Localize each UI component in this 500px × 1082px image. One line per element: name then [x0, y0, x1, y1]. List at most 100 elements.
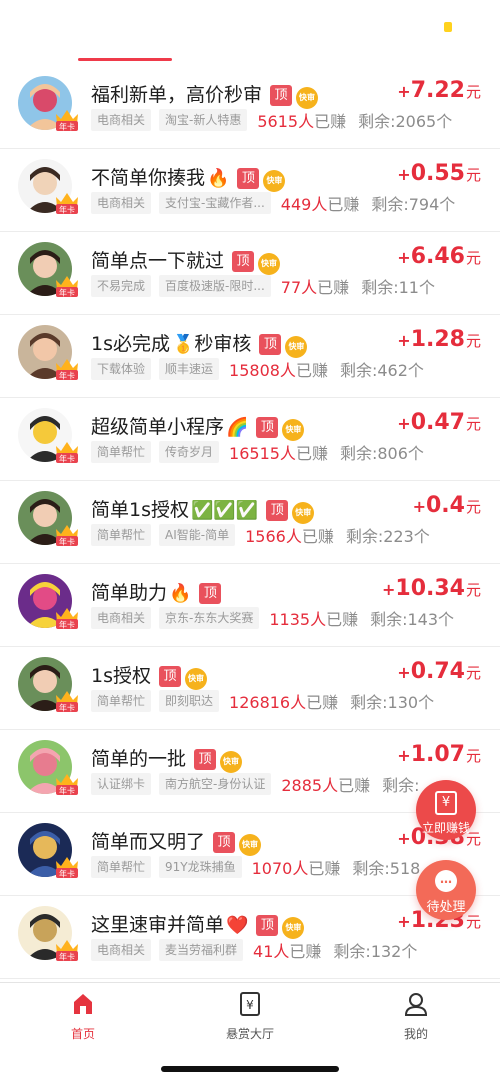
category-chip: 下载体验 [91, 358, 152, 380]
remaining-count: 剩余:462个 [339, 361, 424, 380]
chat-bubble-icon: … [435, 870, 457, 892]
remaining-count: 剩余:143个 [370, 610, 455, 629]
task-title: 福利新单，高价秒审顶快审 [91, 80, 319, 109]
annual-card-crown-icon: 年卡 [56, 774, 78, 796]
pending-button[interactable]: … 待处理 [416, 860, 476, 920]
active-tab-indicator [78, 58, 172, 61]
svg-text:年卡: 年卡 [59, 454, 75, 464]
earned-label: 已赚 [327, 195, 360, 214]
task-meta: 简单帮忙 即刻职达 126816人 已赚 剩余:130个 [91, 689, 434, 713]
title-emoji: 🌈 [226, 417, 249, 438]
category-chip: 简单帮忙 [91, 690, 152, 712]
source-chip: 淘宝-新人特惠 [159, 109, 248, 131]
task-title: 1s必完成 🥇秒审核顶快审 [91, 329, 308, 358]
task-title: 超级简单小程序 🌈 顶快审 [91, 412, 305, 441]
task-meta: 电商相关 支付宝-宝藏作者... 449人 已赚 剩余:794个 [91, 191, 455, 215]
source-chip: 91Y龙珠捕鱼 [159, 856, 242, 878]
annual-card-crown-icon: 年卡 [56, 940, 78, 962]
annual-card-crown-icon: 年卡 [56, 359, 78, 381]
top-badge: 顶 [194, 749, 217, 770]
remaining-count: 剩余:132个 [333, 942, 418, 961]
title-emoji: 🥇 [172, 334, 195, 355]
tab-home[interactable]: 首页 [33, 991, 133, 1042]
category-chip: 电商相关 [91, 109, 152, 131]
fast-review-badge: 快审 [185, 668, 207, 690]
tab-bounty-hall[interactable]: ¥ 悬赏大厅 [200, 991, 300, 1042]
source-chip: 传奇岁月 [159, 441, 220, 463]
category-chip: 简单帮忙 [91, 856, 152, 878]
earned-count: 41人 [253, 942, 290, 961]
task-title: 简单的一批顶快审 [91, 744, 243, 773]
annual-card-crown-icon: 年卡 [56, 857, 78, 879]
earned-count: 1070人 [251, 859, 309, 878]
svg-text:年卡: 年卡 [59, 371, 75, 381]
task-meta: 电商相关 麦当劳福利群 41人 已赚 剩余:132个 [91, 938, 417, 962]
task-row[interactable]: 年卡 简单点一下就过顶快审 +6.46元 不易完成 百度极速版-限时... 77… [0, 232, 500, 315]
top-badge: 顶 [159, 666, 181, 687]
earned-count: 2885人 [281, 776, 339, 795]
remaining-count: 剩余: [382, 776, 420, 795]
category-chip: 电商相关 [91, 939, 152, 961]
category-chip: 简单帮忙 [91, 524, 152, 546]
top-badge: 顶 [256, 915, 279, 936]
svg-text:年卡: 年卡 [59, 952, 75, 962]
earned-label: 已赚 [295, 444, 328, 463]
earned-label: 已赚 [317, 278, 350, 297]
pending-label: 待处理 [426, 900, 466, 915]
title-emoji: 🔥 [169, 583, 192, 604]
task-meta: 电商相关 淘宝-新人特惠 5615人 已赚 剩余:2065个 [91, 108, 452, 132]
top-badge: 顶 [213, 832, 236, 853]
svg-text:年卡: 年卡 [59, 786, 75, 796]
task-row[interactable]: 年卡 简单1s授权 ✅✅✅ 顶快审 +0.4元 简单帮忙 AI智能-简单 1566人… [0, 481, 500, 564]
status-dot-icon [444, 22, 452, 32]
earned-count: 15808人 [229, 361, 296, 380]
earned-count: 16515人 [229, 444, 296, 463]
fast-review-badge: 快审 [263, 170, 286, 192]
task-meta: 下载体验 顺丰速运 15808人 已赚 剩余:462个 [91, 357, 424, 381]
category-chip: 电商相关 [91, 192, 152, 214]
earned-label: 已赚 [326, 610, 359, 629]
fast-review-badge: 快审 [220, 751, 243, 773]
earned-count: 1566人 [245, 527, 302, 546]
reward-price: +6.46元 [397, 244, 481, 269]
reward-price: +1.07元 [397, 742, 481, 767]
task-row[interactable]: 年卡 1s必完成 🥇秒审核顶快审 +1.28元 下载体验 顺丰速运 15808人已… [0, 315, 500, 398]
top-badge: 顶 [199, 583, 222, 604]
category-chip: 电商相关 [91, 607, 152, 629]
earn-now-button[interactable]: ¥ 立即赚钱 [416, 780, 476, 840]
earned-count: 1135人 [269, 610, 327, 629]
category-chip: 不易完成 [91, 275, 152, 297]
profile-icon [404, 993, 428, 1016]
task-title: 简单1s授权 ✅✅✅ 顶快审 [91, 495, 315, 524]
task-row[interactable]: 年卡 福利新单，高价秒审顶快审 +7.22元 电商相关 淘宝-新人特惠 5615… [0, 66, 500, 149]
task-row[interactable]: 年卡 1s授权顶快审 +0.74元 简单帮忙 即刻职达 126816人 已赚 剩余… [0, 647, 500, 730]
task-row[interactable]: 年卡 简单助力 🔥 顶 +10.34元 电商相关 京东-东东大奖赛 1135人 已赚 … [0, 564, 500, 647]
annual-card-crown-icon: 年卡 [56, 608, 78, 630]
task-title: 不简单你揍我 🔥 顶快审 [91, 163, 286, 192]
bounty-hall-icon: ¥ [240, 992, 260, 1016]
earned-count: 77人 [280, 278, 318, 297]
title-emoji: 🔥 [207, 168, 230, 189]
category-chip: 认证绑卡 [91, 773, 152, 795]
task-row[interactable]: 年卡 超级简单小程序 🌈 顶快审 +0.47元 简单帮忙 传奇岁月 16515人 已赚… [0, 398, 500, 481]
remaining-count: 剩余:2065个 [358, 112, 453, 131]
tab-profile[interactable]: 我的 [366, 991, 466, 1042]
source-chip: 麦当劳福利群 [159, 939, 244, 961]
fast-review-badge: 快审 [292, 502, 315, 524]
earn-now-label: 立即赚钱 [421, 821, 470, 835]
top-badge: 顶 [237, 168, 260, 189]
remaining-count: 剩余:806个 [339, 444, 424, 463]
task-row[interactable]: 年卡 不简单你揍我 🔥 顶快审 +0.55元 电商相关 支付宝-宝藏作者... 44… [0, 149, 500, 232]
annual-card-crown-icon: 年卡 [56, 442, 78, 464]
reward-price: +10.34元 [381, 576, 481, 601]
earned-label: 已赚 [308, 859, 341, 878]
top-header [0, 0, 500, 66]
annual-card-crown-icon: 年卡 [56, 525, 78, 547]
earned-label: 已赚 [314, 112, 347, 131]
reward-price: +1.28元 [397, 327, 481, 352]
svg-text:年卡: 年卡 [59, 205, 75, 215]
remaining-count: 剩余:223个 [345, 527, 430, 546]
task-title: 这里速审并简单 ❤️ 顶快审 [91, 910, 305, 939]
task-title: 简单而又明了顶快审 [91, 827, 262, 856]
svg-text:年卡: 年卡 [59, 620, 75, 630]
